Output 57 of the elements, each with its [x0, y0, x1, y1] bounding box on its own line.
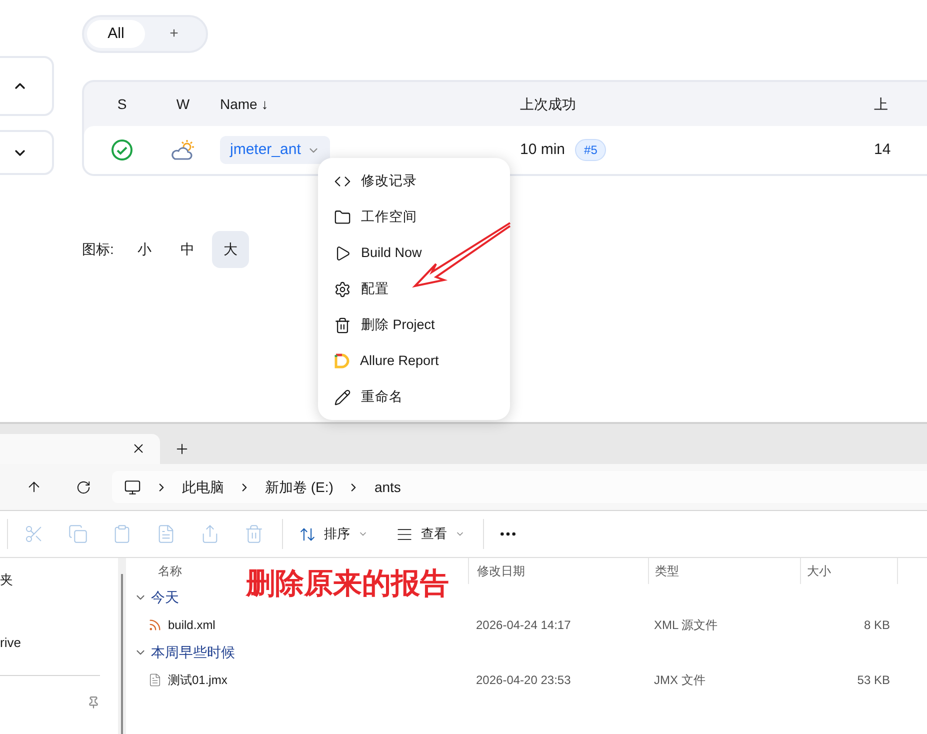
table-cell-text: 2026-04-24 14:17	[475, 617, 572, 634]
icon-size-option[interactable]: 中	[168, 231, 206, 268]
column-header: W	[176, 94, 190, 114]
sort-button[interactable]: 排序	[295, 524, 372, 544]
address-bar[interactable]: 此电脑 新加卷 (E:) ants	[112, 471, 927, 504]
column-header: 上	[874, 94, 888, 114]
file-icon	[148, 673, 162, 687]
annotation-text: 删除原来的报告	[246, 567, 449, 602]
menu-item[interactable]: 修改记录	[324, 163, 504, 199]
xml-file-icon	[148, 618, 162, 632]
play-icon	[334, 244, 351, 262]
trash-icon	[334, 316, 351, 334]
menu-item[interactable]: 工作空间	[324, 199, 504, 235]
group-header[interactable]: 本周早些时候	[126, 639, 426, 666]
computer-icon	[124, 478, 141, 496]
menu-item[interactable]: Build Now	[324, 235, 504, 271]
column-header: S	[117, 94, 127, 114]
column-header[interactable]: 名称	[158, 564, 182, 578]
table-cell-text: XML 源文件	[653, 617, 719, 634]
refresh-icon[interactable]	[76, 480, 91, 495]
pin-icon[interactable]	[87, 696, 100, 709]
scrollbar[interactable]	[118, 558, 126, 734]
table-cell-text: 10 min	[520, 140, 566, 160]
column-header[interactable]: 大小	[807, 562, 831, 580]
sidebar-item[interactable]: rive	[0, 633, 118, 653]
table-cell-text: JMX 文件	[653, 672, 706, 689]
breadcrumb-item[interactable]: 新加卷 (E:)	[265, 476, 334, 498]
build-badge[interactable]: #5	[575, 139, 606, 161]
view-tab[interactable]: All	[87, 20, 145, 48]
menu-item[interactable]: Allure Report	[324, 343, 504, 379]
table-cell-text: 8 KB	[862, 617, 891, 634]
column-header[interactable]: Name ↓	[220, 94, 268, 114]
column-header[interactable]: 类型	[655, 562, 679, 580]
breadcrumb-item[interactable]: 此电脑	[182, 476, 224, 498]
menu-item[interactable]: 重命名	[324, 379, 504, 415]
job-name-link[interactable]: jmeter_ant	[220, 136, 330, 164]
settings-icon	[334, 280, 351, 298]
sort-icon	[299, 526, 316, 543]
column-header[interactable]: 修改日期	[477, 562, 525, 580]
file-name[interactable]: build.xml	[168, 616, 216, 634]
view-button[interactable]: 查看	[392, 524, 469, 544]
menu-item[interactable]: 删除 Project	[324, 307, 504, 343]
icon-size-option[interactable]: 小	[126, 231, 163, 268]
sidebar-item[interactable]: 夹	[0, 570, 118, 590]
breadcrumb-item[interactable]: ants	[374, 476, 401, 498]
icon-size-option[interactable]: 大	[212, 231, 249, 268]
column-header: 上次成功	[520, 94, 576, 114]
icon-size-label: 图标:	[82, 240, 114, 259]
report-logo-icon	[334, 353, 350, 369]
view-tab[interactable]: +	[145, 20, 203, 48]
file-name[interactable]: 测试01.jmx	[168, 671, 228, 689]
menu-item[interactable]: 配置	[324, 271, 504, 307]
table-cell-text: 2026-04-20 23:53	[475, 672, 572, 689]
table-cell-text: 53 KB	[856, 672, 891, 689]
folder-icon	[334, 208, 351, 226]
table-cell-text: 14	[874, 140, 891, 160]
pencil-icon	[334, 388, 351, 406]
